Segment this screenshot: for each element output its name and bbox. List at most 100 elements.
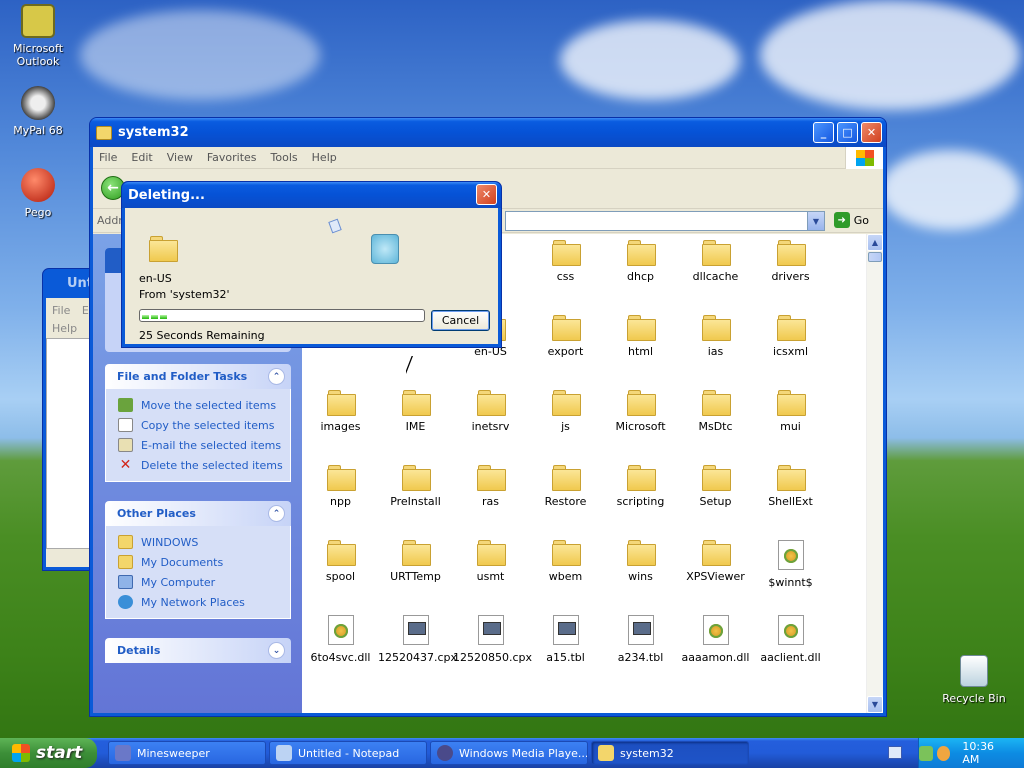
folder-item[interactable]: scripting [603,465,678,508]
folder-item[interactable]: spool [303,540,378,583]
file-item[interactable]: a234.tbl [603,615,678,664]
folder-item[interactable]: IME [378,390,453,433]
chevron-down-icon[interactable]: ▼ [807,212,824,230]
file-item[interactable]: a15.tbl [528,615,603,664]
folder-item[interactable]: css [528,240,603,283]
copy-items-link[interactable]: Copy the selected items [118,415,290,435]
scroll-up-arrow[interactable]: ▲ [867,234,883,251]
folder-item[interactable]: XPSViewer [678,540,753,583]
desktop-icon-pego[interactable]: Pego [0,168,76,219]
deleting-dialog[interactable]: Deleting... ✕ en-US From 'system32' Canc… [121,181,502,348]
windows-flag-icon [845,147,883,169]
place-windows[interactable]: WINDOWS [118,532,290,552]
dialog-titlebar[interactable]: Deleting... ✕ [122,182,501,208]
collapse-icon[interactable]: ⌃ [268,505,285,522]
file-item[interactable]: $winnt$ [753,540,828,589]
folder-icon [551,540,581,566]
menu-tools[interactable]: Tools [271,151,298,164]
item-label: MsDtc [698,420,733,433]
details-header[interactable]: Details ⌄ [105,638,291,663]
go-arrow-icon: ➜ [833,212,850,228]
file-item[interactable]: aaaamon.dll [678,615,753,664]
cloud [80,10,320,100]
desktop-icon-mypal[interactable]: MyPal 68 [0,86,76,137]
folder-item[interactable]: URTTemp [378,540,453,583]
folder-item[interactable]: inetsrv [453,390,528,433]
folder-item[interactable]: dhcp [603,240,678,283]
copy-icon [118,418,133,432]
close-button[interactable]: ✕ [476,184,497,205]
folder-item[interactable]: icsxml [753,315,828,358]
file-item[interactable]: 12520850.cpx [453,615,532,664]
menu-favorites[interactable]: Favorites [207,151,257,164]
dll-file-icon [702,615,729,645]
vertical-scrollbar[interactable]: ▲ ▼ [866,234,883,713]
item-label: css [556,270,575,283]
task-media-player[interactable]: Windows Media Playe... [430,741,588,765]
go-button[interactable]: ➜ Go [833,212,869,228]
menu-view[interactable]: View [167,151,193,164]
folder-item[interactable]: ras [453,465,528,508]
desktop-icon-outlook[interactable]: Microsoft Outlook [0,4,76,68]
folder-item[interactable]: html [603,315,678,358]
keyboard-icon[interactable] [888,746,902,759]
task-minesweeper[interactable]: Minesweeper [108,741,266,765]
address-field[interactable]: ▼ [505,211,825,231]
explorer-titlebar[interactable]: system32 _ □ ✕ [90,118,886,147]
email-items-link[interactable]: E-mail the selected items [118,435,290,455]
menu-edit[interactable]: Edit [131,151,152,164]
file-item[interactable]: aaclient.dll [753,615,828,664]
expand-icon[interactable]: ⌄ [268,642,285,659]
folder-item[interactable]: js [528,390,603,433]
scroll-thumb[interactable] [868,252,882,262]
folder-item[interactable]: dllcache [678,240,753,283]
menu-help[interactable]: Help [312,151,337,164]
collapse-icon[interactable]: ⌃ [268,368,285,385]
place-my-computer[interactable]: My Computer [118,572,290,592]
start-button[interactable]: start [0,738,97,768]
file-item[interactable]: 12520437.cpx [378,615,457,664]
file-tasks-header[interactable]: File and Folder Tasks ⌃ [105,364,291,389]
close-button[interactable]: ✕ [861,122,882,143]
folder-item[interactable]: Setup [678,465,753,508]
scroll-down-arrow[interactable]: ▼ [867,696,883,713]
desktop-icon-recycle-bin[interactable]: Recycle Bin [940,655,1008,705]
folder-icon [626,315,656,341]
place-my-network[interactable]: My Network Places [118,592,290,612]
folder-item[interactable]: mui [753,390,828,433]
task-system32[interactable]: system32 [591,741,749,765]
folder-item[interactable]: MsDtc [678,390,753,433]
folder-item[interactable]: npp [303,465,378,508]
task-notepad[interactable]: Untitled - Notepad [269,741,427,765]
move-items-link[interactable]: Move the selected items [118,395,290,415]
folder-item[interactable]: export [528,315,603,358]
item-label: URTTemp [390,570,441,583]
maximize-button[interactable]: □ [837,122,858,143]
folder-item[interactable]: ShellExt [753,465,828,508]
network-icon [118,595,133,609]
place-my-documents[interactable]: My Documents [118,552,290,572]
folder-item[interactable]: images [303,390,378,433]
delete-items-link[interactable]: ✕ Delete the selected items [118,455,290,475]
network-tray-icon[interactable] [918,745,933,761]
folder-item[interactable]: wbem [528,540,603,583]
notepad-menu-help[interactable]: Help [52,322,77,335]
folder-item[interactable]: drivers [753,240,828,283]
item-label: 6to4svc.dll [310,651,371,664]
minimize-button[interactable]: _ [813,122,834,143]
notepad-menu-edit[interactable]: E [82,304,89,317]
file-item[interactable]: 6to4svc.dll [303,615,378,664]
folder-item[interactable]: wins [603,540,678,583]
menu-file[interactable]: File [99,151,117,164]
folder-item[interactable]: ias [678,315,753,358]
item-label: Setup [699,495,732,508]
cancel-button[interactable]: Cancel [431,310,490,331]
folder-item[interactable]: usmt [453,540,528,583]
folder-item[interactable]: PreInstall [378,465,453,508]
search-tray-icon[interactable] [936,745,951,761]
other-places-header[interactable]: Other Places ⌃ [105,501,291,526]
folder-item[interactable]: Microsoft [603,390,678,433]
folder-item[interactable]: Restore [528,465,603,508]
folder-icon [776,465,806,491]
notepad-menu-file[interactable]: File [52,304,70,317]
